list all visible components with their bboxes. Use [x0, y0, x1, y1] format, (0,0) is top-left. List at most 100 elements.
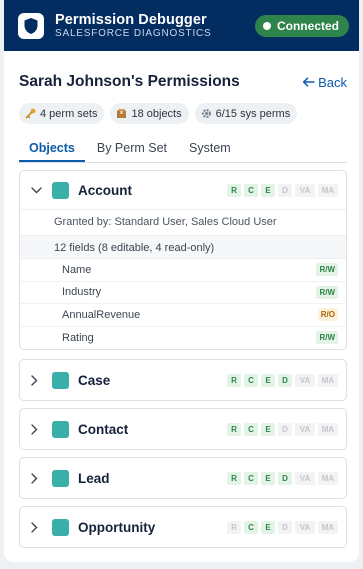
perm-sets-chip: 4 perm sets	[19, 103, 105, 124]
perm-delete-badge: D	[278, 471, 292, 485]
perm-edit-badge: E	[261, 422, 275, 436]
sys-perms-chip: 6/15 sys perms	[194, 103, 298, 124]
object-card-case: Case R C E D VA MA	[19, 359, 347, 401]
object-card-account: Account R C E D VA MA Granted by: Standa…	[19, 170, 347, 350]
perm-read-badge: R	[227, 471, 241, 485]
object-name: Account	[78, 182, 132, 198]
perm-create-badge: C	[244, 520, 258, 534]
perm-view-all-badge: VA	[295, 373, 315, 387]
perm-view-all-badge: VA	[295, 471, 315, 485]
object-header-opportunity[interactable]: Opportunity R C E D VA MA	[20, 507, 346, 547]
status-dot-icon	[262, 21, 271, 30]
perm-edit-badge: E	[261, 471, 275, 485]
object-header-case[interactable]: Case R C E D VA MA	[20, 360, 346, 400]
granted-by-text: Granted by: Standard User, Sales Cloud U…	[20, 209, 346, 235]
objects-chip: 18 objects	[110, 103, 189, 124]
perm-modify-all-badge: MA	[318, 183, 338, 197]
field-summary: 12 fields (8 editable, 4 read-only)	[20, 235, 346, 259]
crud-badges: R C E D VA MA	[227, 471, 338, 485]
chevron-right-icon[interactable]	[31, 423, 43, 435]
app-titles: Permission Debugger SALESFORCE DIAGNOSTI…	[55, 12, 255, 40]
perm-delete-badge: D	[278, 183, 292, 197]
tab-objects[interactable]: Objects	[19, 135, 85, 162]
tab-by-perm-set[interactable]: By Perm Set	[87, 135, 177, 162]
perm-read-badge: R	[227, 373, 241, 387]
perm-create-badge: C	[244, 183, 258, 197]
object-icon	[52, 518, 69, 536]
object-icon	[52, 371, 69, 389]
object-name: Lead	[78, 470, 110, 486]
connection-status-label: Connected	[276, 18, 339, 33]
back-link[interactable]: Back	[302, 75, 347, 90]
perm-read-badge: R	[227, 183, 241, 197]
shield-icon	[18, 12, 44, 39]
field-list: Name R/W Industry R/W AnnualRevenue R/O …	[20, 259, 346, 349]
field-access-badge: R/W	[316, 285, 338, 299]
arrow-left-icon	[302, 77, 315, 87]
field-access-badge: R/W	[316, 263, 338, 277]
field-name: Industry	[62, 286, 102, 299]
tab-bar: Objects By Perm Set System	[19, 135, 347, 163]
perm-modify-all-badge: MA	[318, 373, 338, 387]
object-card-lead: Lead R C E D VA MA	[19, 457, 347, 499]
tab-system[interactable]: System	[179, 135, 241, 162]
object-card-contact: Contact R C E D VA MA	[19, 408, 347, 450]
crud-badges: R C E D VA MA	[227, 373, 338, 387]
perm-view-all-badge: VA	[295, 183, 315, 197]
perm-view-all-badge: VA	[295, 520, 315, 534]
field-name: AnnualRevenue	[62, 308, 141, 321]
object-name: Opportunity	[78, 519, 156, 535]
field-row: Rating R/W	[20, 327, 346, 350]
field-access-badge: R/W	[316, 331, 338, 345]
gear-icon	[201, 108, 212, 119]
perm-sets-count: 4 perm sets	[40, 107, 98, 120]
permission-debugger-panel: Permission Debugger SALESFORCE DIAGNOSTI…	[4, 0, 359, 562]
app-header: Permission Debugger SALESFORCE DIAGNOSTI…	[4, 0, 359, 51]
object-header-account[interactable]: Account R C E D VA MA	[20, 171, 346, 209]
perm-modify-all-badge: MA	[318, 471, 338, 485]
chevron-down-icon[interactable]	[31, 186, 43, 194]
chevron-right-icon[interactable]	[31, 521, 43, 533]
crud-badges: R C E D VA MA	[227, 520, 338, 534]
perm-modify-all-badge: MA	[318, 520, 338, 534]
field-row: Industry R/W	[20, 282, 346, 304]
object-list: Account R C E D VA MA Granted by: Standa…	[4, 170, 359, 548]
app-title: Permission Debugger	[55, 11, 207, 28]
perm-delete-badge: D	[278, 373, 292, 387]
object-icon	[52, 469, 69, 487]
crud-badges: R C E D VA MA	[227, 422, 338, 436]
perm-edit-badge: E	[261, 373, 275, 387]
object-name: Case	[78, 372, 111, 388]
object-icon	[52, 420, 69, 438]
object-icon	[52, 181, 69, 199]
object-card-opportunity: Opportunity R C E D VA MA	[19, 506, 347, 548]
object-header-contact[interactable]: Contact R C E D VA MA	[20, 409, 346, 449]
field-row: Name R/W	[20, 259, 346, 282]
objects-count: 18 objects	[131, 107, 182, 120]
perm-read-badge: R	[227, 422, 241, 436]
perm-create-badge: C	[244, 471, 258, 485]
connection-status-badge: Connected	[254, 14, 349, 37]
field-access-badge: R/O	[317, 308, 338, 322]
perm-create-badge: C	[244, 422, 258, 436]
sys-perms-count: 6/15 sys perms	[215, 107, 291, 120]
field-row: AnnualRevenue R/O	[20, 304, 346, 327]
crud-badges: R C E D VA MA	[227, 183, 338, 197]
perm-delete-badge: D	[278, 422, 292, 436]
key-icon	[25, 108, 36, 119]
perm-create-badge: C	[244, 373, 258, 387]
perm-modify-all-badge: MA	[318, 422, 338, 436]
perm-read-badge: R	[227, 520, 241, 534]
chevron-right-icon[interactable]	[31, 472, 43, 484]
box-icon	[116, 108, 127, 119]
user-title-row: Sarah Johnson's Permissions Back	[4, 51, 359, 95]
perm-view-all-badge: VA	[295, 422, 315, 436]
app-subtitle: SALESFORCE DIAGNOSTICS	[55, 27, 212, 39]
field-name: Name	[62, 263, 92, 276]
back-link-label: Back	[318, 74, 347, 90]
object-header-lead[interactable]: Lead R C E D VA MA	[20, 458, 346, 498]
chevron-right-icon[interactable]	[31, 374, 43, 386]
page-title: Sarah Johnson's Permissions	[19, 73, 240, 90]
perm-edit-badge: E	[261, 520, 275, 534]
perm-edit-badge: E	[261, 183, 275, 197]
